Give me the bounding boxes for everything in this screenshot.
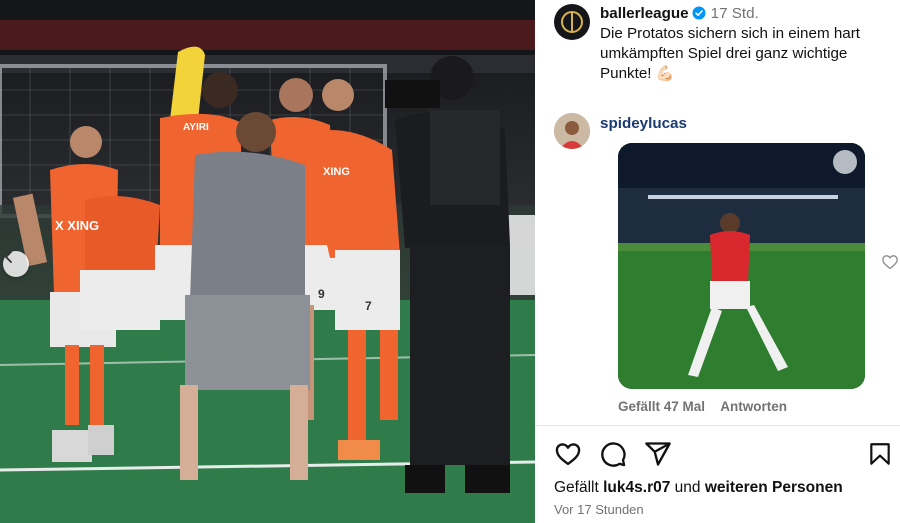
post-action-bar bbox=[554, 440, 890, 473]
reply-like-count[interactable]: Gefällt 47 Mal bbox=[618, 399, 705, 414]
reply-meta: Gefällt 47 Mal Antworten bbox=[618, 399, 799, 414]
bookmark-button[interactable] bbox=[867, 440, 893, 473]
likes-connector: und bbox=[674, 479, 701, 496]
gif-player-image bbox=[618, 143, 865, 389]
post-caption: Die Protatos sichern sich in einem hart … bbox=[600, 25, 860, 82]
comment-icon bbox=[601, 442, 626, 467]
divider bbox=[535, 425, 900, 426]
heart-icon bbox=[882, 255, 898, 270]
reply-gif[interactable] bbox=[618, 143, 865, 389]
share-icon bbox=[645, 442, 671, 466]
share-button[interactable] bbox=[644, 440, 672, 473]
heart-icon bbox=[555, 443, 581, 466]
sponsor-text-1: X XING bbox=[55, 218, 99, 233]
avatar[interactable] bbox=[554, 4, 590, 40]
celebration-photo: X XING XING AYIRI 9 7 bbox=[0, 0, 535, 523]
sponsor-text-2: XING bbox=[323, 166, 350, 178]
jersey-number-2: 7 bbox=[365, 299, 372, 313]
bookmark-icon bbox=[870, 443, 890, 465]
post-author-username[interactable]: ballerleague bbox=[600, 5, 689, 22]
post-side-panel: ballerleague 17 Std. Die Protatos sicher… bbox=[535, 0, 900, 523]
ballerleague-logo-icon bbox=[555, 5, 589, 39]
reply-author-username[interactable]: spideylucas bbox=[600, 115, 687, 132]
likes-prefix: Gefällt bbox=[554, 479, 599, 496]
reply-like-button[interactable] bbox=[881, 253, 899, 276]
post-timestamp: Vor 17 Stunden bbox=[554, 502, 644, 517]
post-photo: X XING XING AYIRI 9 7 bbox=[0, 0, 535, 523]
like-button[interactable] bbox=[554, 440, 582, 473]
jersey-name: AYIRI bbox=[183, 122, 209, 133]
user-avatar-icon bbox=[554, 113, 590, 149]
likes-user-link[interactable]: luk4s.r07 bbox=[603, 479, 670, 496]
reply-answer-link[interactable]: Antworten bbox=[720, 399, 787, 414]
carousel-prev-button[interactable] bbox=[3, 251, 29, 277]
avatar[interactable] bbox=[554, 113, 590, 149]
likes-others-link[interactable]: weiteren Personen bbox=[705, 479, 843, 496]
chevron-left-icon bbox=[5, 251, 12, 263]
verified-badge-icon bbox=[692, 6, 706, 20]
comment-button[interactable] bbox=[599, 440, 627, 473]
likes-summary: Gefällt luk4s.r07 und weiteren Personen bbox=[554, 479, 843, 497]
post-time: 17 Std. bbox=[710, 5, 759, 22]
jersey-number-1: 9 bbox=[318, 287, 325, 301]
